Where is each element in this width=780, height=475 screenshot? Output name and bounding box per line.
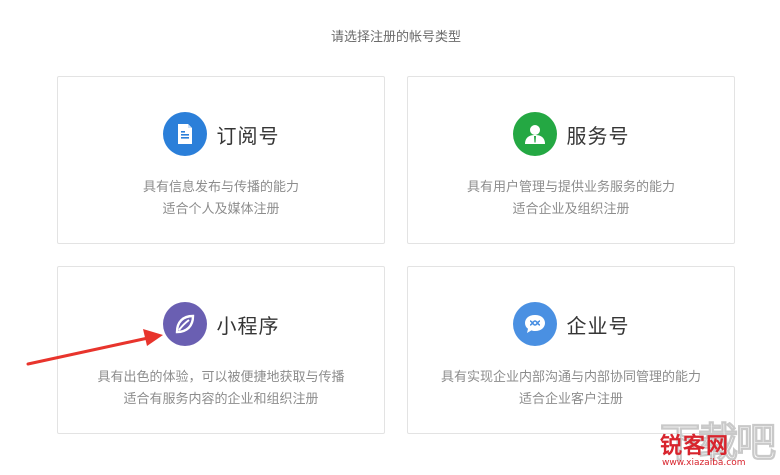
card-desc-line-1: 具有实现企业内部沟通与内部协同管理的能力 xyxy=(440,370,701,385)
card-header: 企业号 xyxy=(408,302,734,346)
watermark-brand: 锐客网 xyxy=(660,434,730,459)
card-description: 具有用户管理与提供业务服务的能力 适合企业及组织注册 xyxy=(408,177,734,221)
card-header: 服务号 xyxy=(408,112,734,156)
card-title: 订阅号 xyxy=(216,123,280,148)
chat-bubble-icon xyxy=(512,302,557,346)
person-icon xyxy=(512,112,557,156)
card-subscription-account[interactable]: 订阅号 具有信息发布与传播的能力 适合个人及媒体注册 xyxy=(57,76,385,244)
card-desc-line-1: 具有用户管理与提供业务服务的能力 xyxy=(466,180,675,195)
card-desc-line-2: 适合企业及组织注册 xyxy=(512,202,630,217)
card-title: 服务号 xyxy=(566,123,630,148)
card-desc-line-2: 适合企业客户注册 xyxy=(518,392,623,407)
card-description: 具有实现企业内部沟通与内部协同管理的能力 适合企业客户注册 xyxy=(408,367,734,411)
card-description: 具有信息发布与传播的能力 适合个人及媒体注册 xyxy=(58,177,384,221)
card-desc-line-1: 具有出色的体验，可以被便捷地获取与传播 xyxy=(97,370,345,385)
card-enterprise-account[interactable]: 企业号 具有实现企业内部沟通与内部协同管理的能力 适合企业客户注册 xyxy=(407,266,735,434)
card-desc-line-2: 适合有服务内容的企业和组织注册 xyxy=(123,392,319,407)
watermark: 下载吧 锐客网 www.xiazaiba.com xyxy=(652,410,780,475)
leaf-icon xyxy=(162,302,207,346)
card-title: 企业号 xyxy=(566,313,630,338)
card-service-account[interactable]: 服务号 具有用户管理与提供业务服务的能力 适合企业及组织注册 xyxy=(407,76,735,244)
card-desc-line-1: 具有信息发布与传播的能力 xyxy=(142,180,299,195)
watermark-url: www.xiazaiba.com xyxy=(662,458,746,468)
page-heading: 请选择注册的帐号类型 xyxy=(330,30,461,45)
card-desc-line-2: 适合个人及媒体注册 xyxy=(162,202,280,217)
card-header: 小程序 xyxy=(58,302,384,346)
document-icon xyxy=(162,112,207,156)
card-title: 小程序 xyxy=(216,313,280,338)
card-header: 订阅号 xyxy=(58,112,384,156)
card-mini-program[interactable]: 小程序 具有出色的体验，可以被便捷地获取与传播 适合有服务内容的企业和组织注册 xyxy=(57,266,385,434)
card-description: 具有出色的体验，可以被便捷地获取与传播 适合有服务内容的企业和组织注册 xyxy=(58,367,384,411)
